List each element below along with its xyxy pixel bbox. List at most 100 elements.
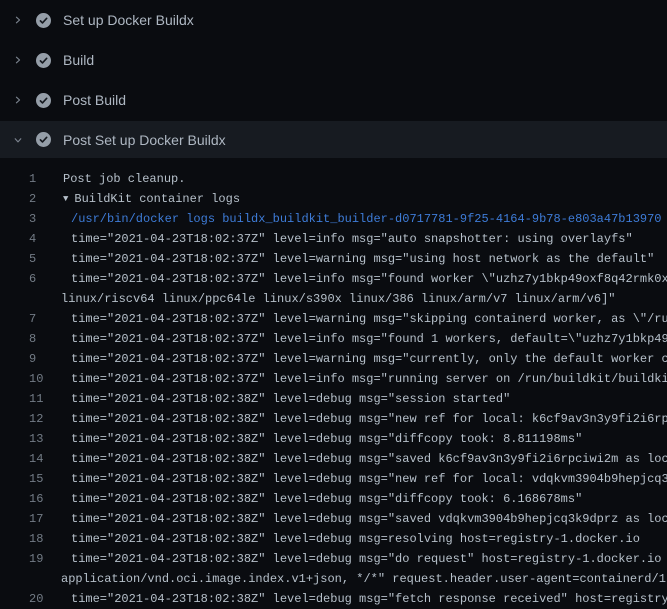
steps-list: Set up Docker Buildx Build Post Build Po… xyxy=(0,0,667,158)
actions-log-viewer: { "theme": { "page_bg": "#0a0c10", "expa… xyxy=(0,0,667,600)
log-text: time="2021-04-23T18:02:38Z" level=debug … xyxy=(71,432,582,446)
log-line: 19 time="2021-04-23T18:02:38Z" level=deb… xyxy=(0,549,667,569)
log-line-content: time="2021-04-23T18:02:38Z" level=debug … xyxy=(71,592,667,606)
log-line-content: Post job cleanup. xyxy=(63,172,185,186)
line-number[interactable]: 7 xyxy=(0,312,45,326)
log-text: time="2021-04-23T18:02:38Z" level=debug … xyxy=(71,532,640,546)
log-line: 10 time="2021-04-23T18:02:37Z" level=inf… xyxy=(0,369,667,389)
line-number[interactable]: 6 xyxy=(0,272,45,286)
log-line-content: time="2021-04-23T18:02:38Z" level=debug … xyxy=(71,492,582,506)
line-number[interactable]: 5 xyxy=(0,252,45,266)
chevron-right-icon xyxy=(13,52,23,68)
log-line-content: time="2021-04-23T18:02:38Z" level=debug … xyxy=(71,532,640,546)
log-text: time="2021-04-23T18:02:38Z" level=debug … xyxy=(71,472,667,486)
log-line-content: time="2021-04-23T18:02:37Z" level=info m… xyxy=(71,332,667,346)
triangle-down-icon: ▼ xyxy=(63,189,68,209)
log-line: 4 time="2021-04-23T18:02:37Z" level=info… xyxy=(0,229,667,249)
line-number[interactable]: 10 xyxy=(0,372,45,386)
log-line: 14 time="2021-04-23T18:02:38Z" level=deb… xyxy=(0,449,667,469)
chevron-down-icon xyxy=(13,132,23,148)
log-text: /usr/bin/docker logs buildx_buildkit_bui… xyxy=(71,212,662,226)
log-text: time="2021-04-23T18:02:38Z" level=debug … xyxy=(71,492,582,506)
log-line: 9 time="2021-04-23T18:02:37Z" level=warn… xyxy=(0,349,667,369)
line-number[interactable]: 3 xyxy=(0,212,45,226)
line-number[interactable]: 15 xyxy=(0,472,45,486)
line-number[interactable]: 2 xyxy=(0,192,45,206)
check-circle-icon xyxy=(36,13,51,28)
log-text: Post job cleanup. xyxy=(63,172,185,186)
log-line: 20 time="2021-04-23T18:02:38Z" level=deb… xyxy=(0,589,667,609)
step-label: Post Set up Docker Buildx xyxy=(63,132,226,148)
log-line-content: time="2021-04-23T18:02:38Z" level=debug … xyxy=(71,412,667,426)
line-number[interactable]: 4 xyxy=(0,232,45,246)
log-line: 18 time="2021-04-23T18:02:38Z" level=deb… xyxy=(0,529,667,549)
log-line-content: time="2021-04-23T18:02:38Z" level=debug … xyxy=(71,512,667,526)
log-line: 16 time="2021-04-23T18:02:38Z" level=deb… xyxy=(0,489,667,509)
log-text: time="2021-04-23T18:02:38Z" level=debug … xyxy=(71,592,667,606)
log-line-content: time="2021-04-23T18:02:37Z" level=warnin… xyxy=(71,252,654,266)
step-label: Post Build xyxy=(63,92,126,108)
step-label: Set up Docker Buildx xyxy=(63,12,194,28)
log-text: time="2021-04-23T18:02:38Z" level=debug … xyxy=(71,412,667,426)
log-command-line: 3 /usr/bin/docker logs buildx_buildkit_b… xyxy=(0,209,667,229)
step-row-build[interactable]: Build xyxy=(0,40,667,80)
log-text: time="2021-04-23T18:02:37Z" level=info m… xyxy=(71,232,633,246)
line-number[interactable]: 16 xyxy=(0,492,45,506)
log-line-content: linux/riscv64 linux/ppc64le linux/s390x … xyxy=(61,292,616,306)
line-number[interactable]: 19 xyxy=(0,552,45,566)
log-line: 8 time="2021-04-23T18:02:37Z" level=info… xyxy=(0,329,667,349)
log-text: linux/riscv64 linux/ppc64le linux/s390x … xyxy=(61,292,616,306)
step-row-post-set-up-docker-buildx[interactable]: Post Set up Docker Buildx xyxy=(0,121,667,158)
log-line: 15 time="2021-04-23T18:02:38Z" level=deb… xyxy=(0,469,667,489)
log-line-content: application/vnd.oci.image.index.v1+json,… xyxy=(61,572,667,586)
line-number[interactable]: 11 xyxy=(0,392,45,406)
log-line-content: time="2021-04-23T18:02:38Z" level=debug … xyxy=(71,472,667,486)
log-group-toggle: 2 ▼ BuildKit container logs xyxy=(0,189,667,209)
log-lines: 1 Post job cleanup. 2 ▼ BuildKit containe… xyxy=(0,158,667,609)
log-line-content: time="2021-04-23T18:02:38Z" level=debug … xyxy=(71,452,667,466)
step-row-set-up-docker-buildx[interactable]: Set up Docker Buildx xyxy=(0,0,667,40)
log-line: 13 time="2021-04-23T18:02:38Z" level=deb… xyxy=(0,429,667,449)
log-text: time="2021-04-23T18:02:37Z" level=warnin… xyxy=(71,352,667,366)
check-circle-icon xyxy=(36,132,51,147)
log-line: 12 time="2021-04-23T18:02:38Z" level=deb… xyxy=(0,409,667,429)
line-number[interactable]: 8 xyxy=(0,332,45,346)
log-text: application/vnd.oci.image.index.v1+json,… xyxy=(61,572,667,586)
line-number[interactable]: 12 xyxy=(0,412,45,426)
log-line: 6 time="2021-04-23T18:02:37Z" level=info… xyxy=(0,269,667,289)
log-line-content: /usr/bin/docker logs buildx_buildkit_bui… xyxy=(71,212,662,226)
log-line-content[interactable]: ▼ BuildKit container logs xyxy=(63,189,240,209)
log-line-content: time="2021-04-23T18:02:37Z" level=info m… xyxy=(71,272,667,286)
log-line-content: time="2021-04-23T18:02:37Z" level=warnin… xyxy=(71,312,667,326)
log-text: time="2021-04-23T18:02:37Z" level=info m… xyxy=(71,372,667,386)
line-number[interactable]: 13 xyxy=(0,432,45,446)
log-text: time="2021-04-23T18:02:38Z" level=debug … xyxy=(71,392,510,406)
log-line-content: time="2021-04-23T18:02:37Z" level=info m… xyxy=(71,232,633,246)
log-line-content: time="2021-04-23T18:02:37Z" level=info m… xyxy=(71,372,667,386)
log-line: linux/riscv64 linux/ppc64le linux/s390x … xyxy=(0,289,667,309)
log-text: time="2021-04-23T18:02:38Z" level=debug … xyxy=(71,512,667,526)
log-text: time="2021-04-23T18:02:38Z" level=debug … xyxy=(71,552,667,566)
line-number[interactable]: 1 xyxy=(0,172,45,186)
line-number[interactable]: 9 xyxy=(0,352,45,366)
log-line-content: time="2021-04-23T18:02:38Z" level=debug … xyxy=(71,552,667,566)
log-line-content: time="2021-04-23T18:02:38Z" level=debug … xyxy=(71,392,510,406)
line-number[interactable]: 20 xyxy=(0,592,45,606)
line-number[interactable]: 17 xyxy=(0,512,45,526)
log-line: 11 time="2021-04-23T18:02:38Z" level=deb… xyxy=(0,389,667,409)
log-line: 17 time="2021-04-23T18:02:38Z" level=deb… xyxy=(0,509,667,529)
log-text: BuildKit container logs xyxy=(74,192,240,206)
log-line-content: time="2021-04-23T18:02:38Z" level=debug … xyxy=(71,432,582,446)
line-number[interactable]: 18 xyxy=(0,532,45,546)
log-text: time="2021-04-23T18:02:37Z" level=warnin… xyxy=(71,252,654,266)
step-row-post-build[interactable]: Post Build xyxy=(0,80,667,120)
log-line: application/vnd.oci.image.index.v1+json,… xyxy=(0,569,667,589)
log-line-content: time="2021-04-23T18:02:37Z" level=warnin… xyxy=(71,352,667,366)
log-text: time="2021-04-23T18:02:37Z" level=warnin… xyxy=(71,312,667,326)
step-label: Build xyxy=(63,52,94,68)
line-number[interactable]: 14 xyxy=(0,452,45,466)
chevron-right-icon xyxy=(13,12,23,28)
log-line: 1 Post job cleanup. xyxy=(0,169,667,189)
check-circle-icon xyxy=(36,53,51,68)
chevron-right-icon xyxy=(13,92,23,108)
